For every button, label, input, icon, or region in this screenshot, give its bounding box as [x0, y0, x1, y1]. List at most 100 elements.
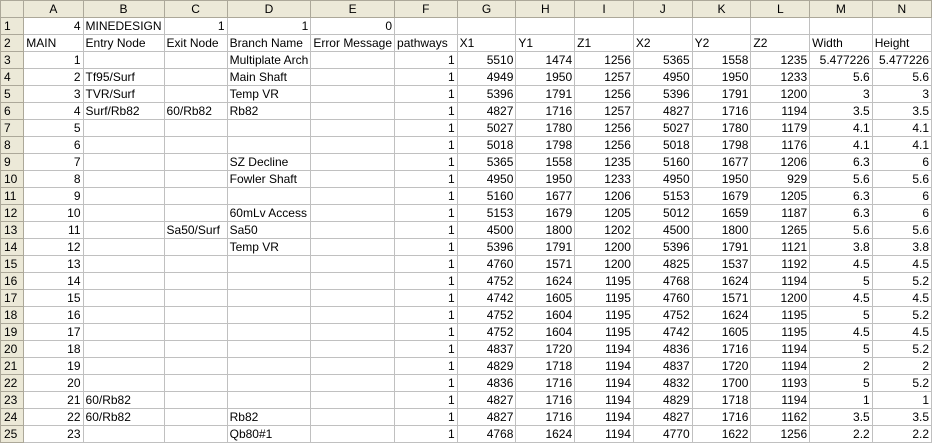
cell-l16[interactable]: 1194: [750, 272, 811, 290]
cell-a14[interactable]: 12: [23, 238, 84, 256]
cell-i23[interactable]: 1194: [574, 391, 634, 409]
cell-n11[interactable]: 6: [871, 187, 932, 205]
cell-d15[interactable]: [226, 255, 312, 273]
cell-d2[interactable]: Branch Name: [226, 34, 312, 52]
cell-k6[interactable]: 1716: [691, 102, 752, 120]
cell-g17[interactable]: 4742: [456, 289, 517, 307]
cell-f7[interactable]: 1: [394, 119, 458, 137]
cell-n14[interactable]: 3.8: [871, 238, 932, 256]
cell-a24[interactable]: 22: [23, 408, 84, 426]
cell-h20[interactable]: 1720: [515, 340, 576, 358]
cell-f15[interactable]: 1: [394, 255, 458, 273]
cell-c20[interactable]: [163, 340, 228, 358]
cell-b7[interactable]: [82, 119, 165, 137]
cell-c25[interactable]: [163, 425, 228, 443]
cell-a7[interactable]: 5: [23, 119, 84, 137]
cell-f22[interactable]: 1: [394, 374, 458, 392]
cell-g8[interactable]: 5018: [456, 136, 517, 154]
cell-b10[interactable]: [82, 170, 165, 188]
cell-b17[interactable]: [82, 289, 165, 307]
cell-c23[interactable]: [163, 391, 228, 409]
row-header[interactable]: 16: [0, 272, 25, 290]
cell-f19[interactable]: 1: [394, 323, 458, 341]
cell-e25[interactable]: [310, 425, 396, 443]
cell-k11[interactable]: 1679: [691, 187, 752, 205]
cell-j16[interactable]: 4768: [632, 272, 693, 290]
cell-m20[interactable]: 5: [809, 340, 873, 358]
cell-b21[interactable]: [82, 357, 165, 375]
cell-c13[interactable]: Sa50/Surf: [163, 221, 228, 239]
cell-j21[interactable]: 4837: [632, 357, 693, 375]
cell-l25[interactable]: 1256: [750, 425, 811, 443]
column-header-d[interactable]: D: [226, 0, 312, 18]
cell-m5[interactable]: 3: [809, 85, 873, 103]
cell-e22[interactable]: [310, 374, 396, 392]
row-header[interactable]: 4: [0, 68, 25, 86]
cell-c8[interactable]: [163, 136, 228, 154]
cell-k13[interactable]: 1800: [691, 221, 752, 239]
cell-g7[interactable]: 5027: [456, 119, 517, 137]
cell-d17[interactable]: [226, 289, 312, 307]
cell-a3[interactable]: 1: [23, 51, 84, 69]
cell-b16[interactable]: [82, 272, 165, 290]
cell-f18[interactable]: 1: [394, 306, 458, 324]
cell-j9[interactable]: 5160: [632, 153, 693, 171]
cell-h19[interactable]: 1604: [515, 323, 576, 341]
cell-c7[interactable]: [163, 119, 228, 137]
cell-j6[interactable]: 4827: [632, 102, 693, 120]
cell-h7[interactable]: 1780: [515, 119, 576, 137]
cell-c2[interactable]: Exit Node: [163, 34, 228, 52]
cell-c18[interactable]: [163, 306, 228, 324]
cell-d20[interactable]: [226, 340, 312, 358]
cell-a6[interactable]: 4: [23, 102, 84, 120]
row-header[interactable]: 7: [0, 119, 25, 137]
cell-m3[interactable]: 5.477226: [809, 51, 873, 69]
cell-g11[interactable]: 5160: [456, 187, 517, 205]
column-header-n[interactable]: N: [871, 0, 932, 18]
cell-i4[interactable]: 1257: [574, 68, 634, 86]
row-header[interactable]: 5: [0, 85, 25, 103]
cell-n17[interactable]: 4.5: [871, 289, 932, 307]
cell-e20[interactable]: [310, 340, 396, 358]
cell-d14[interactable]: Temp VR: [226, 238, 312, 256]
cell-i19[interactable]: 1195: [574, 323, 634, 341]
cell-d3[interactable]: Multiplate Arch: [226, 51, 312, 69]
cell-d22[interactable]: [226, 374, 312, 392]
cell-b5[interactable]: TVR/Surf: [82, 85, 165, 103]
cell-j13[interactable]: 4500: [632, 221, 693, 239]
cell-d19[interactable]: [226, 323, 312, 341]
cell-n3[interactable]: 5.477226: [871, 51, 932, 69]
cell-h16[interactable]: 1624: [515, 272, 576, 290]
cell-j25[interactable]: 4770: [632, 425, 693, 443]
cell-n6[interactable]: 3.5: [871, 102, 932, 120]
cell-k10[interactable]: 1950: [691, 170, 752, 188]
cell-k14[interactable]: 1791: [691, 238, 752, 256]
cell-n2[interactable]: Height: [871, 34, 932, 52]
cell-k15[interactable]: 1537: [691, 255, 752, 273]
cell-e7[interactable]: [310, 119, 396, 137]
cell-m21[interactable]: 2: [809, 357, 873, 375]
cell-n19[interactable]: 4.5: [871, 323, 932, 341]
cell-l17[interactable]: 1200: [750, 289, 811, 307]
row-header[interactable]: 10: [0, 170, 25, 188]
cell-i2[interactable]: Z1: [574, 34, 634, 52]
cell-h2[interactable]: Y1: [515, 34, 576, 52]
cell-i11[interactable]: 1206: [574, 187, 634, 205]
row-header[interactable]: 2: [0, 34, 25, 52]
cell-a17[interactable]: 15: [23, 289, 84, 307]
cell-d6[interactable]: Rb82: [226, 102, 312, 120]
cell-c15[interactable]: [163, 255, 228, 273]
select-all-corner[interactable]: [0, 0, 25, 18]
cell-c1[interactable]: 1: [163, 17, 228, 35]
cell-k22[interactable]: 1700: [691, 374, 752, 392]
cell-k25[interactable]: 1622: [691, 425, 752, 443]
cell-c11[interactable]: [163, 187, 228, 205]
cell-m22[interactable]: 5: [809, 374, 873, 392]
cell-e3[interactable]: [310, 51, 396, 69]
cell-c5[interactable]: [163, 85, 228, 103]
cell-k5[interactable]: 1791: [691, 85, 752, 103]
cell-l19[interactable]: 1195: [750, 323, 811, 341]
cell-a23[interactable]: 21: [23, 391, 84, 409]
cell-l2[interactable]: Z2: [750, 34, 811, 52]
cell-j23[interactable]: 4829: [632, 391, 693, 409]
